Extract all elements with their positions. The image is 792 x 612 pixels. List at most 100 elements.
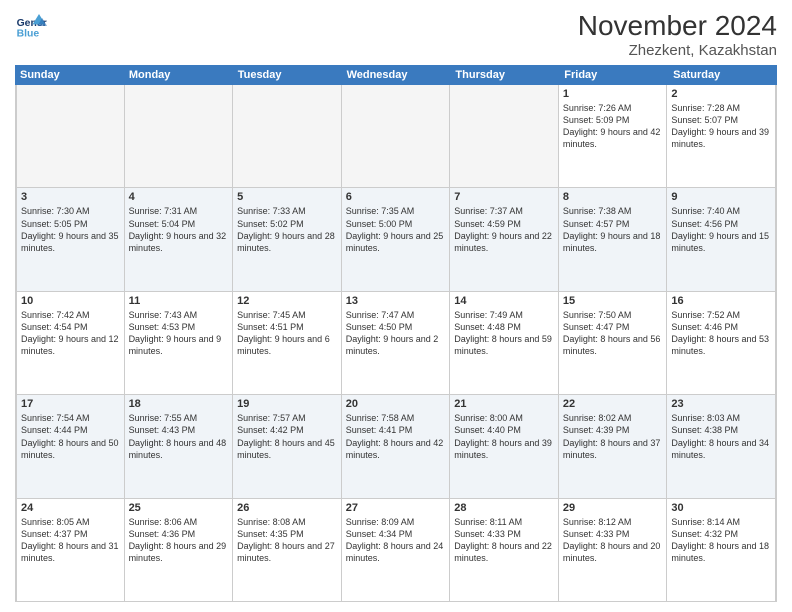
cal-cell: 23Sunrise: 8:03 AM Sunset: 4:38 PM Dayli… (667, 395, 776, 497)
calendar-row-4: 24 Sunrise: 8:05 AM Sunset: 4:37 PM Dayli… (16, 499, 776, 601)
cal-cell: 27 Sunrise: 8:09 AM Sunset: 4:34 PM Dayli… (342, 499, 451, 601)
cell-info: Sunrise: 8:05 AM Sunset: 4:37 PM Dayligh… (21, 516, 120, 565)
cal-cell: 19 Sunrise: 7:57 AM Sunset: 4:42 PM Dayli… (233, 395, 342, 497)
day-number: 21 (454, 398, 554, 410)
day-number: 3 (21, 191, 120, 203)
page: General Blue November 2024 Zhezkent, Kaz… (0, 0, 792, 612)
day-number: 22 (563, 398, 663, 410)
day-number: 11 (129, 295, 229, 307)
cell-info: Sunrise: 8:12 AM Sunset: 4:33 PM Dayligh… (563, 516, 663, 565)
cal-cell: 21Sunrise: 8:00 AM Sunset: 4:40 PM Dayli… (450, 395, 559, 497)
cal-cell: 15 Sunrise: 7:50 AM Sunset: 4:47 PM Dayli… (559, 292, 668, 394)
cal-cell: 7 Sunrise: 7:37 AM Sunset: 4:59 PM Daylig… (450, 188, 559, 290)
day-number: 24 (21, 502, 120, 514)
day-number: 18 (129, 398, 229, 410)
day-number: 20 (346, 398, 446, 410)
cell-info: Sunrise: 7:45 AM Sunset: 4:51 PM Dayligh… (237, 309, 337, 358)
day-number: 9 (671, 191, 771, 203)
cell-info: Sunrise: 7:52 AM Sunset: 4:46 PM Dayligh… (671, 309, 771, 358)
cal-cell: 22Sunrise: 8:02 AM Sunset: 4:39 PM Dayli… (559, 395, 668, 497)
cell-info: Sunrise: 7:55 AM Sunset: 4:43 PM Dayligh… (129, 412, 229, 461)
header-tuesday: Tuesday (233, 65, 342, 85)
cal-cell: 5 Sunrise: 7:33 AM Sunset: 5:02 PM Daylig… (233, 188, 342, 290)
header-friday: Friday (559, 65, 668, 85)
cell-info: Sunrise: 7:40 AM Sunset: 4:56 PM Dayligh… (671, 205, 771, 254)
cell-info: Sunrise: 7:38 AM Sunset: 4:57 PM Dayligh… (563, 205, 663, 254)
cal-cell: 6 Sunrise: 7:35 AM Sunset: 5:00 PM Daylig… (342, 188, 451, 290)
cell-info: Sunrise: 7:49 AM Sunset: 4:48 PM Dayligh… (454, 309, 554, 358)
cell-info: Sunrise: 7:33 AM Sunset: 5:02 PM Dayligh… (237, 205, 337, 254)
cal-cell (125, 85, 234, 187)
calendar-header: Sunday Monday Tuesday Wednesday Thursday… (15, 65, 777, 85)
cell-info: Sunrise: 7:26 AM Sunset: 5:09 PM Dayligh… (563, 102, 663, 151)
cal-cell: 18 Sunrise: 7:55 AM Sunset: 4:43 PM Dayli… (125, 395, 234, 497)
calendar-body: 1 Sunrise: 7:26 AM Sunset: 5:09 PM Daylig… (15, 85, 777, 602)
header: General Blue November 2024 Zhezkent, Kaz… (15, 10, 777, 59)
day-number: 23 (671, 398, 771, 410)
cal-cell: 29 Sunrise: 8:12 AM Sunset: 4:33 PM Dayli… (559, 499, 668, 601)
cal-cell: 16 Sunrise: 7:52 AM Sunset: 4:46 PM Dayli… (667, 292, 776, 394)
day-number: 13 (346, 295, 446, 307)
cal-cell: 10Sunrise: 7:42 AM Sunset: 4:54 PM Dayli… (16, 292, 125, 394)
day-number: 2 (671, 88, 771, 100)
cell-info: Sunrise: 8:06 AM Sunset: 4:36 PM Dayligh… (129, 516, 229, 565)
day-number: 15 (563, 295, 663, 307)
cal-cell: 2 Sunrise: 7:28 AM Sunset: 5:07 PM Daylig… (667, 85, 776, 187)
calendar-row-2: 10Sunrise: 7:42 AM Sunset: 4:54 PM Dayli… (16, 292, 776, 395)
day-number: 27 (346, 502, 446, 514)
cal-cell: 9 Sunrise: 7:40 AM Sunset: 4:56 PM Daylig… (667, 188, 776, 290)
day-number: 5 (237, 191, 337, 203)
header-saturday: Saturday (668, 65, 777, 85)
cell-info: Sunrise: 7:28 AM Sunset: 5:07 PM Dayligh… (671, 102, 771, 151)
cell-info: Sunrise: 7:50 AM Sunset: 4:47 PM Dayligh… (563, 309, 663, 358)
day-number: 4 (129, 191, 229, 203)
day-number: 30 (671, 502, 771, 514)
header-thursday: Thursday (450, 65, 559, 85)
day-number: 6 (346, 191, 446, 203)
page-subtitle: Zhezkent, Kazakhstan (578, 42, 777, 59)
header-monday: Monday (124, 65, 233, 85)
logo: General Blue (15, 10, 51, 42)
cell-info: Sunrise: 7:57 AM Sunset: 4:42 PM Dayligh… (237, 412, 337, 461)
title-section: November 2024 Zhezkent, Kazakhstan (578, 10, 777, 59)
cell-info: Sunrise: 7:43 AM Sunset: 4:53 PM Dayligh… (129, 309, 229, 358)
calendar: Sunday Monday Tuesday Wednesday Thursday… (15, 65, 777, 602)
cell-info: Sunrise: 8:09 AM Sunset: 4:34 PM Dayligh… (346, 516, 446, 565)
cell-info: Sunrise: 7:30 AM Sunset: 5:05 PM Dayligh… (21, 205, 120, 254)
day-number: 10 (21, 295, 120, 307)
cal-cell (233, 85, 342, 187)
calendar-row-1: 3 Sunrise: 7:30 AM Sunset: 5:05 PM Daylig… (16, 188, 776, 291)
day-number: 1 (563, 88, 663, 100)
cal-cell: 1 Sunrise: 7:26 AM Sunset: 5:09 PM Daylig… (559, 85, 668, 187)
day-number: 29 (563, 502, 663, 514)
cell-info: Sunrise: 7:58 AM Sunset: 4:41 PM Dayligh… (346, 412, 446, 461)
cal-cell: 30 Sunrise: 8:14 AM Sunset: 4:32 PM Dayli… (667, 499, 776, 601)
day-number: 12 (237, 295, 337, 307)
day-number: 26 (237, 502, 337, 514)
cal-cell: 3 Sunrise: 7:30 AM Sunset: 5:05 PM Daylig… (16, 188, 125, 290)
day-number: 8 (563, 191, 663, 203)
cell-info: Sunrise: 8:11 AM Sunset: 4:33 PM Dayligh… (454, 516, 554, 565)
day-number: 16 (671, 295, 771, 307)
day-number: 14 (454, 295, 554, 307)
cal-cell: 17Sunrise: 7:54 AM Sunset: 4:44 PM Dayli… (16, 395, 125, 497)
day-number: 25 (129, 502, 229, 514)
page-title: November 2024 (578, 10, 777, 42)
cal-cell (342, 85, 451, 187)
cal-cell: 11 Sunrise: 7:43 AM Sunset: 4:53 PM Dayli… (125, 292, 234, 394)
cell-info: Sunrise: 7:54 AM Sunset: 4:44 PM Dayligh… (21, 412, 120, 461)
cell-info: Sunrise: 8:14 AM Sunset: 4:32 PM Dayligh… (671, 516, 771, 565)
cell-info: Sunrise: 7:35 AM Sunset: 5:00 PM Dayligh… (346, 205, 446, 254)
logo-icon: General Blue (15, 10, 47, 42)
cal-cell: 24 Sunrise: 8:05 AM Sunset: 4:37 PM Dayli… (16, 499, 125, 601)
svg-text:Blue: Blue (17, 28, 40, 39)
cell-info: Sunrise: 7:37 AM Sunset: 4:59 PM Dayligh… (454, 205, 554, 254)
day-number: 7 (454, 191, 554, 203)
day-number: 19 (237, 398, 337, 410)
calendar-row-0: 1 Sunrise: 7:26 AM Sunset: 5:09 PM Daylig… (16, 85, 776, 188)
cell-info: Sunrise: 7:31 AM Sunset: 5:04 PM Dayligh… (129, 205, 229, 254)
cell-info: Sunrise: 7:47 AM Sunset: 4:50 PM Dayligh… (346, 309, 446, 358)
day-number: 28 (454, 502, 554, 514)
cal-cell (16, 85, 125, 187)
cal-cell (450, 85, 559, 187)
